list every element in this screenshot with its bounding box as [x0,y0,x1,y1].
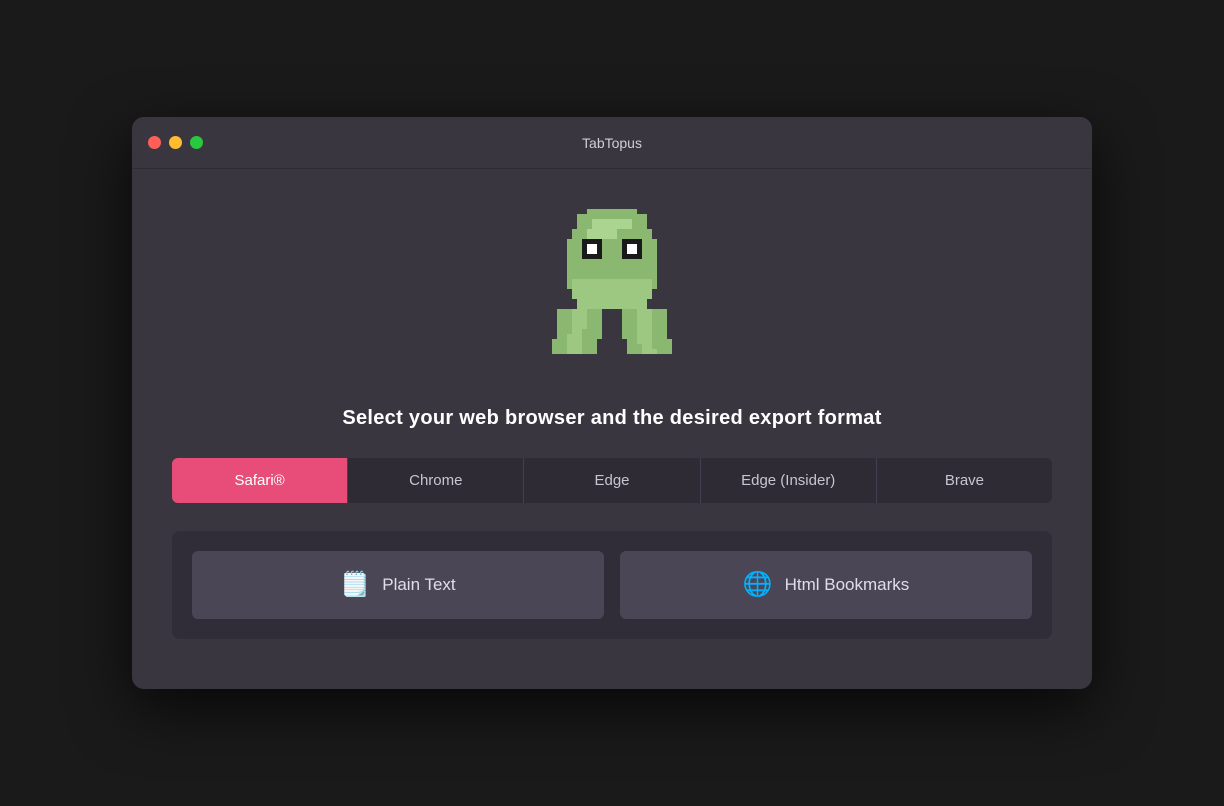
html-bookmarks-icon: 🌐 [743,573,773,597]
window-title: TabTopus [582,135,642,151]
export-panel: 🗒️ Plain Text 🌐 Html Bookmarks [172,531,1052,639]
tab-chrome[interactable]: Chrome [348,458,524,503]
plain-text-icon: 🗒️ [340,573,370,597]
html-bookmarks-button[interactable]: 🌐 Html Bookmarks [620,551,1032,619]
tab-edge[interactable]: Edge [524,458,700,503]
close-button[interactable] [148,136,161,149]
window-controls [148,136,203,149]
html-bookmarks-label: Html Bookmarks [785,575,910,595]
app-window: TabTopus [132,117,1092,689]
mascot [532,199,692,379]
plain-text-button[interactable]: 🗒️ Plain Text [192,551,604,619]
minimize-button[interactable] [169,136,182,149]
maximize-button[interactable] [190,136,203,149]
titlebar: TabTopus [132,117,1092,169]
main-content: Select your web browser and the desired … [132,169,1092,689]
tab-safari[interactable]: Safari® [172,458,348,503]
tab-brave[interactable]: Brave [877,458,1052,503]
tab-edge-insider[interactable]: Edge (Insider) [701,458,877,503]
browser-tab-bar: Safari® Chrome Edge Edge (Insider) Brave [172,458,1052,503]
plain-text-label: Plain Text [382,575,455,595]
subtitle-text: Select your web browser and the desired … [342,407,881,430]
